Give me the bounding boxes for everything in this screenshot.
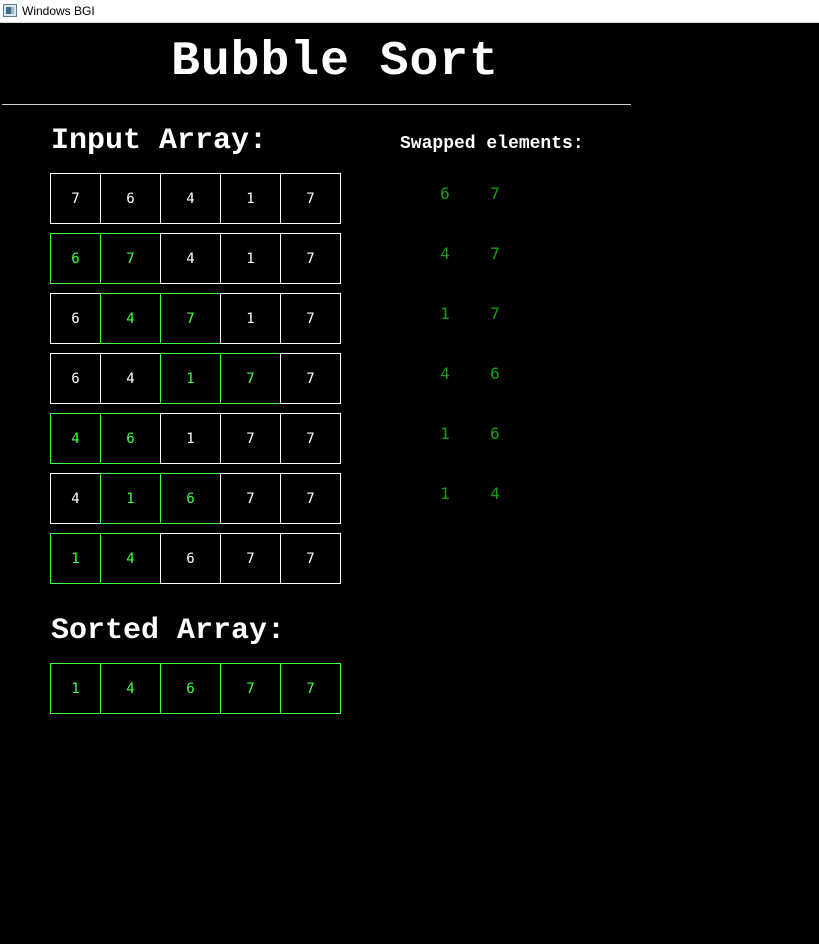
array-row: 67417 — [50, 233, 341, 284]
array-row: 46177 — [50, 413, 341, 464]
window-titlebar: Windows BGI — [0, 0, 819, 23]
array-cell: 6 — [50, 353, 101, 404]
swap-pair: 16 — [430, 424, 520, 444]
array-cell: 4 — [160, 173, 221, 224]
swap-pair: 17 — [430, 304, 520, 324]
app-icon — [3, 4, 17, 17]
array-row: 64177 — [50, 353, 341, 404]
array-cell: 7 — [220, 353, 281, 404]
array-row: 41677 — [50, 473, 341, 524]
sorted-array-cell: 7 — [220, 663, 281, 714]
sorted-array-cell: 4 — [100, 663, 161, 714]
input-array-heading: Input Array: — [51, 124, 268, 158]
array-row: 64717 — [50, 293, 341, 344]
sorted-array-cell: 6 — [160, 663, 221, 714]
title-divider — [2, 104, 631, 105]
swap-pair: 46 — [430, 364, 520, 384]
array-cell: 4 — [160, 233, 221, 284]
array-cell: 7 — [220, 533, 281, 584]
swapped-elements-heading: Swapped elements: — [400, 134, 584, 154]
array-cell: 7 — [220, 473, 281, 524]
array-cell: 6 — [160, 473, 221, 524]
sorted-array-cell: 1 — [50, 663, 101, 714]
swapped-value: 6 — [440, 184, 450, 203]
array-cell: 6 — [50, 293, 101, 344]
swapped-value: 7 — [490, 184, 500, 203]
array-cell: 7 — [280, 233, 341, 284]
page-title: Bubble Sort — [171, 35, 499, 89]
array-cell: 7 — [280, 353, 341, 404]
swapped-value: 1 — [440, 304, 450, 323]
array-cell: 6 — [100, 413, 161, 464]
swapped-value: 6 — [490, 364, 500, 383]
array-cell: 7 — [280, 473, 341, 524]
swapped-value: 4 — [440, 244, 450, 263]
array-cell: 4 — [100, 293, 161, 344]
swapped-value: 4 — [490, 484, 500, 503]
swapped-value: 1 — [440, 484, 450, 503]
array-cell: 7 — [280, 173, 341, 224]
array-cell: 6 — [50, 233, 101, 284]
array-cell: 7 — [100, 233, 161, 284]
swapped-value: 4 — [440, 364, 450, 383]
array-cell: 1 — [220, 293, 281, 344]
array-cell: 1 — [220, 233, 281, 284]
array-cell: 4 — [50, 473, 101, 524]
array-cell: 4 — [50, 413, 101, 464]
sorted-array-heading: Sorted Array: — [51, 614, 286, 648]
array-cell: 1 — [100, 473, 161, 524]
array-cell: 4 — [100, 533, 161, 584]
array-cell: 1 — [160, 353, 221, 404]
array-cell: 1 — [160, 413, 221, 464]
swapped-value: 7 — [490, 244, 500, 263]
swap-pair: 47 — [430, 244, 520, 264]
array-cell: 7 — [160, 293, 221, 344]
array-cell: 7 — [280, 533, 341, 584]
array-cell: 7 — [280, 293, 341, 344]
window-title: Windows BGI — [22, 4, 95, 18]
array-cell: 6 — [160, 533, 221, 584]
swapped-value: 1 — [440, 424, 450, 443]
array-cell: 7 — [280, 413, 341, 464]
array-row: 14677 — [50, 533, 341, 584]
swapped-value: 7 — [490, 304, 500, 323]
swap-pair: 14 — [430, 484, 520, 504]
array-cell: 1 — [50, 533, 101, 584]
swap-pair: 67 — [430, 184, 520, 204]
sorted-array-cell: 7 — [280, 663, 341, 714]
array-cell: 7 — [220, 413, 281, 464]
swapped-value: 6 — [490, 424, 500, 443]
array-cell: 6 — [100, 173, 161, 224]
array-cell: 4 — [100, 353, 161, 404]
array-row: 76417 — [50, 173, 341, 224]
array-cell: 1 — [220, 173, 281, 224]
sorted-array: 14677 — [50, 663, 341, 714]
array-cell: 7 — [50, 173, 101, 224]
